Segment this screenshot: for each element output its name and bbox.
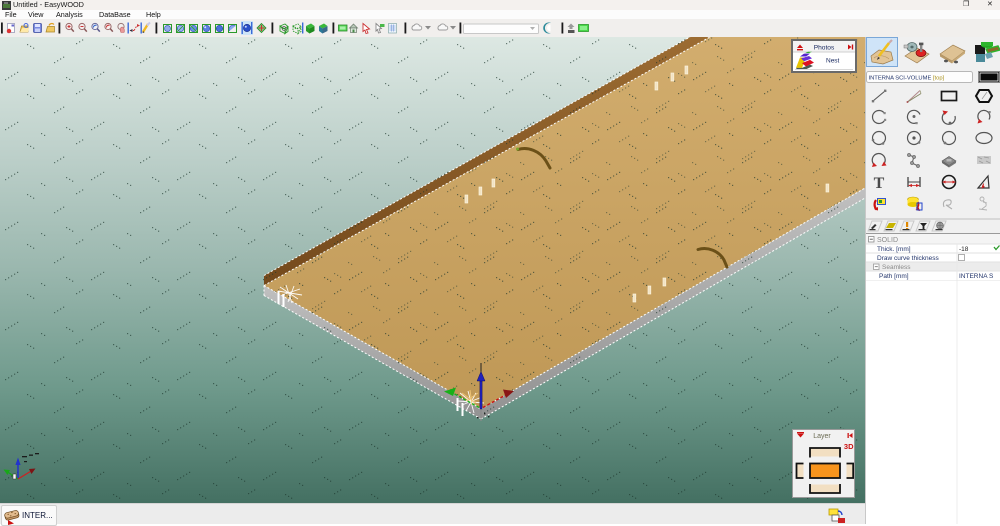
svg-text:Nest: Nest [826, 58, 840, 65]
svg-text:INTERNA S: INTERNA S [959, 273, 994, 280]
svg-text:T: T [874, 175, 885, 192]
svg-text:Layer: Layer [813, 433, 831, 440]
svg-text:Draw curve thickness: Draw curve thickness [877, 255, 940, 262]
svg-text:Photos: Photos [814, 44, 835, 51]
svg-text:INTERNA SCI-VOLUME [top]: INTERNA SCI-VOLUME [top] [869, 75, 945, 81]
svg-text:Thick. [mm]: Thick. [mm] [877, 246, 911, 253]
svg-text:Seamless: Seamless [882, 264, 911, 271]
svg-text:Path [mm]: Path [mm] [879, 273, 909, 280]
svg-text:-18: -18 [959, 246, 969, 253]
svg-text:SOLID: SOLID [877, 237, 898, 244]
svg-text:3D: 3D [843, 442, 853, 451]
